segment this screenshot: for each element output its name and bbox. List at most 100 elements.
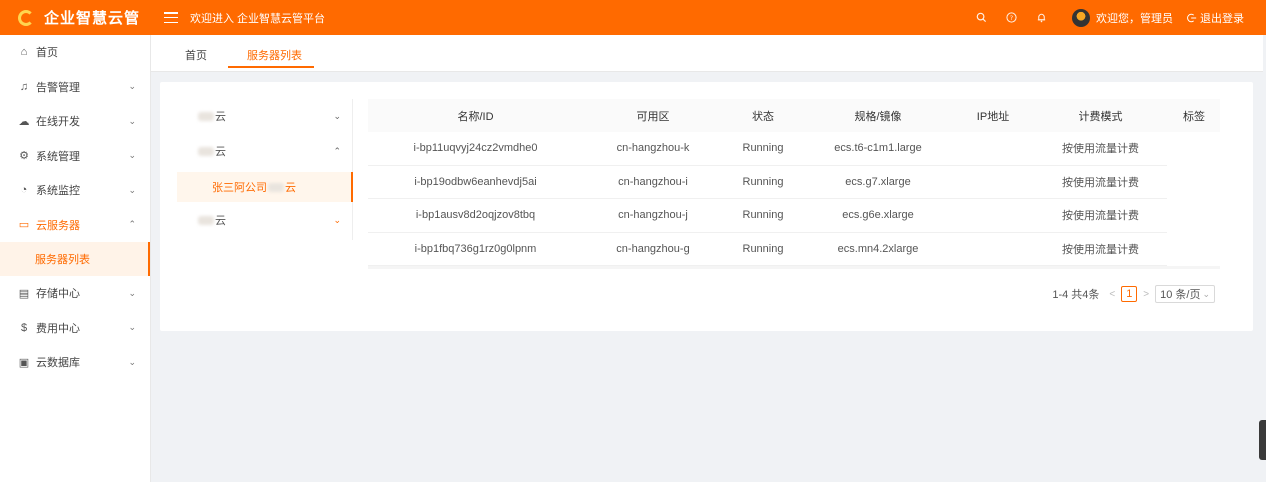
sidebar-item-server-list[interactable]: 服务器列表 — [0, 242, 150, 276]
column-header: 状态 — [752, 110, 774, 123]
sidebar-item-label: 在线开发 — [36, 116, 80, 129]
table-scrollbar[interactable] — [368, 266, 1220, 269]
avatar[interactable] — [1072, 8, 1090, 27]
column-header: 规格/镜像 — [854, 110, 902, 123]
chevron-down-icon: ⌄ — [128, 81, 136, 92]
welcome-text: 欢迎进入 企业智慧云管平台 — [190, 12, 326, 25]
gear-icon: ⚙ — [19, 150, 29, 163]
home-icon: ⌂ — [20, 46, 28, 59]
tree-node-label: 云 — [215, 146, 226, 158]
chevron-up-icon: ⌃ — [333, 145, 341, 156]
logo-icon — [18, 9, 34, 26]
brand-title: 企业智慧云管 — [44, 10, 141, 27]
dollar-icon: $ — [20, 321, 28, 334]
monitor-icon: ▭ — [18, 219, 30, 232]
user-greeting[interactable]: 欢迎您，管理员 — [1096, 10, 1173, 26]
redacted-text — [268, 182, 284, 192]
chevron-down-icon: ⌄ — [333, 214, 341, 225]
page-size-select[interactable]: 10 条/页 ⌄ — [1155, 285, 1215, 303]
cell-zone: cn-hangzhou-g — [616, 242, 690, 255]
column-header: IP地址 — [976, 110, 1010, 123]
brand[interactable]: 企业智慧云管 — [0, 7, 150, 28]
table-header: 名称/ID 可用区 状态 规格/镜像 IP地址 计费模式 标签 — [368, 99, 1220, 132]
tree-node-label: 云 — [215, 215, 226, 227]
redacted-text — [198, 215, 214, 225]
cell-status: Running — [742, 209, 784, 222]
sidebar-item-home[interactable]: ⌂ 首页 — [0, 35, 150, 70]
cloud-icon: ☁ — [18, 115, 30, 128]
tab-home[interactable]: 首页 — [185, 47, 207, 63]
cell-id[interactable]: i-bp1ausv8d2oqjzov8tbq — [368, 209, 583, 221]
cell-status: Running — [742, 142, 784, 155]
redacted-text — [198, 111, 214, 121]
page-button[interactable]: 1 — [1121, 286, 1138, 302]
cell-zone: cn-hangzhou-i — [618, 175, 688, 188]
svg-text:?: ? — [1009, 14, 1012, 22]
cell-id[interactable]: i-bp1fbq736g1rz0g0lpnm — [368, 243, 583, 255]
chevron-down-icon: ⌄ — [128, 322, 136, 333]
tree-node[interactable]: 云 ⌄ — [177, 99, 353, 133]
sidebar: ⌂ 首页 ♫ 告警管理 ⌄ ☁ 在线开发 ⌄ ⚙ 系统管理 ⌄ ◔ 系统监控 ⌄… — [0, 35, 151, 482]
sidebar-item-label: 费用中心 — [36, 322, 80, 335]
gauge-icon: ◔ — [20, 184, 28, 197]
tab-server-list[interactable]: 服务器列表 — [247, 47, 302, 63]
floating-side-widget[interactable] — [1259, 420, 1266, 460]
cell-spec: ecs.t6-c1m1.large — [834, 142, 922, 155]
page-size-label: 10 条/页 — [1160, 289, 1201, 301]
menu-toggle-icon[interactable] — [164, 12, 178, 23]
sidebar-item-alerts[interactable]: ♫ 告警管理 ⌄ — [0, 70, 150, 105]
table-row[interactable]: i-bp1ausv8d2oqjzov8tbq cn-hangzhou-j Run… — [368, 199, 1167, 233]
chevron-down-icon: ⌄ — [128, 287, 136, 298]
cell-id[interactable]: i-bp19odbw6eanhevdj5ai — [368, 176, 583, 188]
logout-button[interactable]: 退出登录 — [1187, 10, 1244, 26]
notification-bell-icon[interactable] — [1035, 12, 1047, 24]
chevron-down-icon: ⌄ — [333, 110, 341, 121]
search-icon[interactable] — [975, 12, 987, 24]
column-header: 计费模式 — [1078, 110, 1123, 123]
logout-label: 退出登录 — [1200, 12, 1244, 25]
help-icon[interactable]: ? — [1005, 12, 1017, 24]
pagination-summary: 1-4 共4条 — [1052, 289, 1100, 301]
sidebar-item-system-admin[interactable]: ⚙ 系统管理 ⌄ — [0, 139, 150, 174]
tab-bar: 首页 服务器列表 — [151, 35, 1263, 72]
logout-icon — [1187, 13, 1197, 22]
chevron-left-icon[interactable]: < — [1109, 289, 1115, 300]
sidebar-item-label: 首页 — [36, 47, 58, 60]
sidebar-item-cloud-server[interactable]: ▭ 云服务器 ⌃ — [0, 208, 150, 243]
cell-id[interactable]: i-bp11uqvyj24cz2vmdhe0 — [368, 142, 583, 154]
table-row[interactable]: i-bp11uqvyj24cz2vmdhe0 cn-hangzhou-k Run… — [368, 132, 1167, 166]
cell-zone: cn-hangzhou-k — [616, 142, 690, 155]
table-row[interactable]: i-bp19odbw6eanhevdj5ai cn-hangzhou-i Run… — [368, 166, 1167, 199]
cloud-account-tree: 云 ⌄ 云 ⌃ 张三阿公司 云 云 ⌄ — [177, 99, 353, 240]
chevron-down-icon: ⌄ — [128, 115, 136, 126]
cell-status: Running — [742, 242, 784, 255]
column-header: 名称/ID — [457, 110, 494, 123]
pagination: 1-4 共4条 < 1 > 10 条/页 ⌄ — [1052, 285, 1215, 303]
top-bar: 企业智慧云管 欢迎进入 企业智慧云管平台 ? 欢迎您，管理员 退出登录 — [0, 0, 1266, 35]
chevron-right-icon[interactable]: > — [1143, 289, 1149, 300]
tree-node-label: 云 — [215, 111, 226, 123]
sidebar-item-cloud-db[interactable]: ▣ 云数据库 ⌄ — [0, 345, 150, 380]
cell-spec: ecs.g7.xlarge — [845, 175, 911, 188]
chevron-down-icon: ⌄ — [128, 356, 136, 367]
cell-zone: cn-hangzhou-j — [618, 209, 688, 222]
cell-spec: ecs.g6e.xlarge — [842, 209, 914, 222]
server-table: 名称/ID 可用区 状态 规格/镜像 IP地址 计费模式 标签 i-bp11uq… — [368, 99, 1220, 269]
chevron-down-icon: ⌄ — [128, 184, 136, 195]
tree-node-selected[interactable]: 张三阿公司 云 — [177, 172, 353, 202]
sidebar-item-system-monitor[interactable]: ◔ 系统监控 ⌄ — [0, 173, 150, 208]
tree-node[interactable]: 云 ⌃ — [177, 134, 353, 168]
active-tab-indicator — [228, 66, 314, 68]
sidebar-item-label: 存储中心 — [36, 288, 80, 301]
sidebar-item-label: 服务器列表 — [35, 254, 90, 266]
tree-node[interactable]: 云 ⌄ — [177, 203, 353, 237]
sidebar-item-label: 告警管理 — [36, 81, 80, 94]
chevron-down-icon: ⌄ — [128, 150, 136, 161]
content-card: 云 ⌄ 云 ⌃ 张三阿公司 云 云 ⌄ 名称/ID 可用区 状态 规格/镜像 I… — [160, 82, 1253, 331]
sidebar-item-billing[interactable]: $ 费用中心 ⌄ — [0, 311, 150, 346]
column-header: 可用区 — [636, 110, 670, 123]
storage-icon: ▤ — [18, 287, 30, 300]
sidebar-item-online-dev[interactable]: ☁ 在线开发 ⌄ — [0, 104, 150, 139]
table-row[interactable]: i-bp1fbq736g1rz0g0lpnm cn-hangzhou-g Run… — [368, 233, 1167, 266]
sidebar-item-storage[interactable]: ▤ 存储中心 ⌄ — [0, 276, 150, 311]
